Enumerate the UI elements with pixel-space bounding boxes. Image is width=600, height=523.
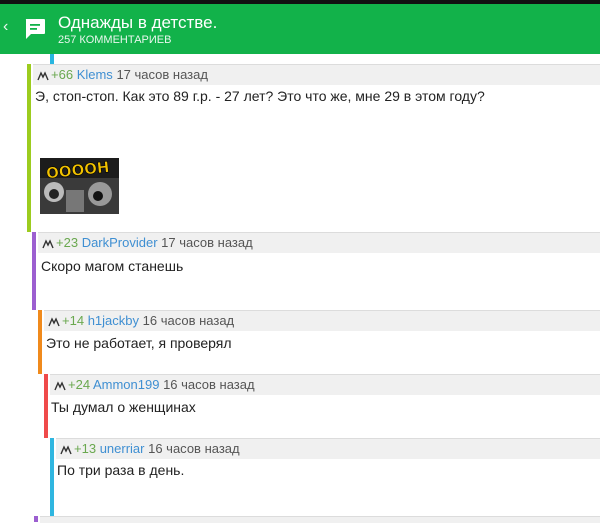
comment-text: Скоро магом станешь <box>41 258 184 274</box>
comment-text: По три раза в день. <box>57 462 185 478</box>
back-chevron-icon[interactable]: ‹ <box>3 18 8 36</box>
next-comment-indent-bar <box>34 516 38 522</box>
thread-title: Однажды в детстве. <box>58 13 218 32</box>
comment-author[interactable]: h1jackby <box>88 313 139 328</box>
meme-image[interactable]: OOOOH <box>40 158 119 214</box>
comment-text: Э, стоп-стоп. Как это 89 г.р. - 27 лет? … <box>35 88 485 104</box>
comment: +14 h1jackby 16 часов назад Это не работ… <box>0 310 600 374</box>
comment: +13 unerriar 16 часов назад По три раза … <box>0 438 600 516</box>
comment: +23 DarkProvider 17 часов назад Скоро ма… <box>0 232 600 310</box>
comment-header: +24 Ammon199 16 часов назад <box>50 374 600 395</box>
comment-time: 16 часов назад <box>142 313 235 328</box>
comment-author[interactable]: DarkProvider <box>82 235 158 250</box>
comment-author[interactable]: unerriar <box>100 441 145 456</box>
comment-author[interactable]: Klems <box>77 67 113 82</box>
comment-header: +66 Klems 17 часов назад <box>33 64 600 85</box>
comment-header: +23 DarkProvider 17 часов назад <box>38 232 600 253</box>
comment-time: 16 часов назад <box>148 441 240 456</box>
comment-time: 17 часов назад <box>161 235 253 250</box>
indent-bar <box>50 438 54 516</box>
comment-rating: +24 <box>68 377 91 392</box>
comment-time: 16 часов назад <box>163 377 255 392</box>
indent-bar <box>32 232 36 310</box>
comment: +66 Klems 17 часов назад Э, стоп-стоп. К… <box>0 64 600 232</box>
comment-text: Это не работает, я проверял <box>46 335 232 351</box>
comment-header: +14 h1jackby 16 часов назад <box>44 310 600 331</box>
vote-icon[interactable] <box>48 316 60 327</box>
indent-bar <box>27 64 31 232</box>
thread-indent-bar <box>50 54 54 64</box>
comment-time: 17 часов назад <box>116 67 208 82</box>
vote-icon[interactable] <box>42 238 54 249</box>
vote-icon[interactable] <box>54 380 66 391</box>
indent-bar <box>38 310 42 374</box>
comment-rating: +23 <box>56 235 79 250</box>
indent-bar <box>44 374 48 438</box>
comment: +24 Ammon199 16 часов назад Ты думал о ж… <box>0 374 600 438</box>
comment-author[interactable]: Ammon199 <box>93 377 159 392</box>
vote-icon[interactable] <box>60 444 72 455</box>
comment-rating: +66 <box>51 67 74 82</box>
comment-header: +13 unerriar 16 часов назад <box>56 438 600 459</box>
comment-text: Ты думал о женщинах <box>51 399 196 415</box>
chat-bubble-icon <box>25 19 45 39</box>
vote-icon[interactable] <box>37 70 49 81</box>
comment-rating: +13 <box>74 441 97 456</box>
app-bar: ‹ Однажды в детстве. 257 КОММЕНТАРИЕВ <box>0 4 600 54</box>
comment-rating: +14 <box>62 313 85 328</box>
comments-count: 257 КОММЕНТАРИЕВ <box>58 34 172 46</box>
